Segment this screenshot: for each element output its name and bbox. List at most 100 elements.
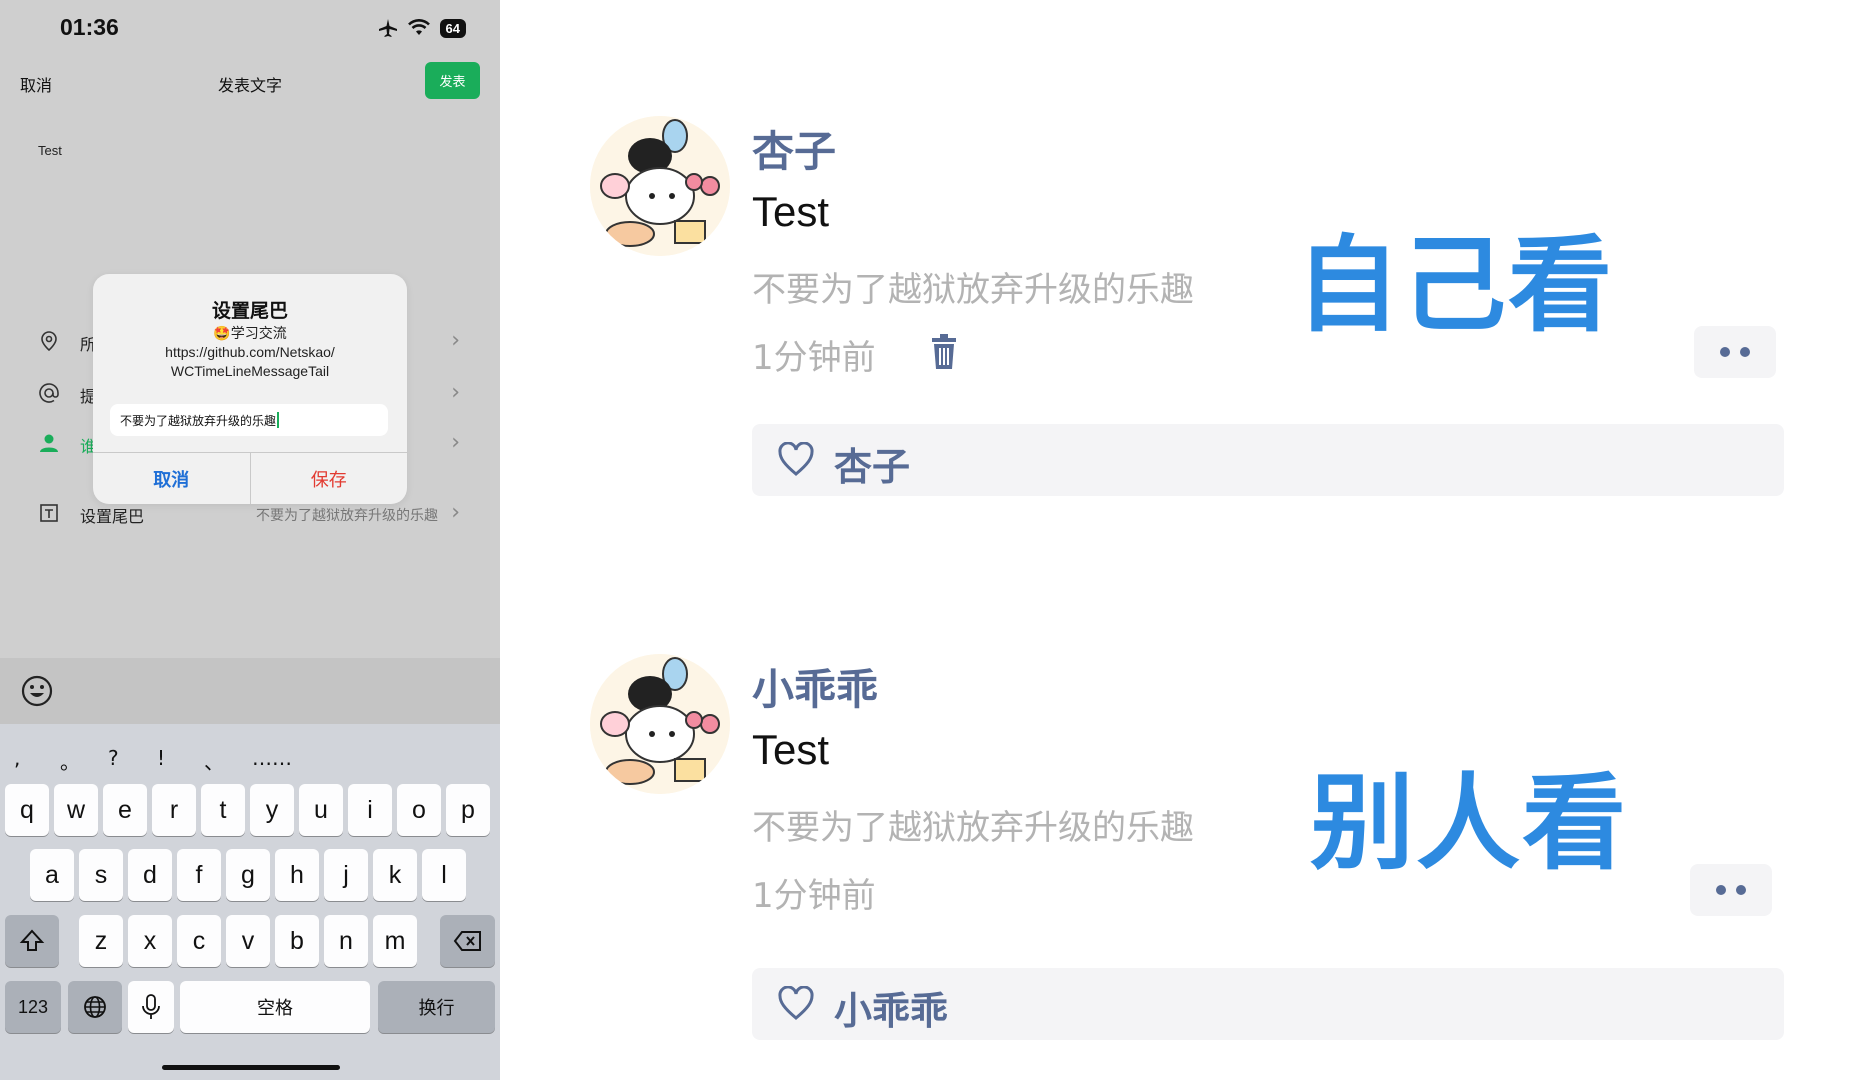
- punct-key[interactable]: 。: [60, 746, 80, 775]
- cartoon-avatar-icon: [590, 654, 730, 794]
- key-r[interactable]: r: [152, 784, 196, 836]
- key-o[interactable]: o: [397, 784, 441, 836]
- key-f[interactable]: f: [177, 849, 221, 901]
- post-author[interactable]: 小乖乖: [752, 656, 878, 717]
- tail-input-value: 不要为了越狱放弃升级的乐趣: [120, 413, 277, 428]
- tail-input[interactable]: 不要为了越狱放弃升级的乐趣: [110, 404, 388, 436]
- numbers-key[interactable]: 123: [5, 981, 61, 1033]
- shift-icon: [19, 929, 45, 951]
- trash-icon[interactable]: [930, 334, 958, 370]
- punct-key[interactable]: 、: [204, 746, 224, 775]
- return-key[interactable]: 换行: [378, 981, 495, 1033]
- key-u[interactable]: u: [299, 784, 343, 836]
- battery-indicator: 64: [439, 18, 466, 38]
- key-y[interactable]: y: [250, 784, 294, 836]
- space-key[interactable]: 空格: [180, 981, 370, 1033]
- chevron-right-icon: ›: [451, 380, 460, 405]
- dialog-cancel-button[interactable]: 取消: [93, 453, 251, 504]
- more-options-button[interactable]: [1694, 326, 1776, 378]
- avatar[interactable]: [590, 116, 730, 256]
- post-text-field[interactable]: Test: [38, 143, 62, 158]
- phone-screen: 01:36 64 取消 发表文字 发表 Test 所 › 提 › 谁 › 设置尾…: [0, 0, 500, 1080]
- post-tail: 不要为了越狱放弃升级的乐趣: [752, 808, 1194, 848]
- avatar[interactable]: [590, 654, 730, 794]
- key-b[interactable]: b: [275, 915, 319, 967]
- globe-key[interactable]: [68, 981, 122, 1033]
- moment-post: 小乖乖 Test 不要为了越狱放弃升级的乐趣 1分钟前 小乖乖 别人看: [500, 538, 1870, 1040]
- key-i[interactable]: i: [348, 784, 392, 836]
- text-icon: [40, 504, 58, 522]
- dialog-buttons: 取消 保存: [93, 452, 407, 504]
- key-g[interactable]: g: [226, 849, 270, 901]
- post-text: Test: [752, 188, 830, 235]
- emoji-icon[interactable]: [20, 674, 54, 708]
- shift-key[interactable]: [5, 915, 59, 967]
- chevron-right-icon: ›: [451, 500, 460, 525]
- more-options-button[interactable]: [1690, 864, 1772, 916]
- likes-bar: 小乖乖: [752, 968, 1784, 1040]
- punct-key[interactable]: ,: [14, 746, 20, 770]
- moments-feed: 杏子 Test 不要为了越狱放弃升级的乐趣 1分钟前 杏子 自己看 小乖乖 Te…: [500, 0, 1870, 1080]
- post-time: 1分钟前: [752, 338, 876, 378]
- key-w[interactable]: w: [54, 784, 98, 836]
- key-q[interactable]: q: [5, 784, 49, 836]
- key-a[interactable]: a: [30, 849, 74, 901]
- heart-icon: [778, 986, 814, 1020]
- key-k[interactable]: k: [373, 849, 417, 901]
- key-n[interactable]: n: [324, 915, 368, 967]
- home-indicator: [162, 1065, 340, 1070]
- post-button[interactable]: 发表: [425, 62, 480, 99]
- cartoon-avatar-icon: [590, 116, 730, 256]
- delete-key[interactable]: [440, 915, 495, 967]
- moment-post: 杏子 Test 不要为了越狱放弃升级的乐趣 1分钟前 杏子 自己看: [500, 0, 1870, 496]
- at-icon: [39, 383, 59, 403]
- row-tail-value: 不要为了越狱放弃升级的乐趣: [256, 508, 438, 524]
- key-v[interactable]: v: [226, 915, 270, 967]
- row-tail-label: 设置尾巴: [80, 507, 145, 526]
- key-p[interactable]: p: [446, 784, 490, 836]
- punct-key[interactable]: !: [157, 746, 165, 770]
- post-tail: 不要为了越狱放弃升级的乐趣: [752, 270, 1194, 310]
- overlay-label: 自己看: [1296, 224, 1615, 346]
- punct-key[interactable]: ……: [252, 746, 292, 770]
- status-icons: 64: [378, 18, 466, 38]
- key-d[interactable]: d: [128, 849, 172, 901]
- key-c[interactable]: c: [177, 915, 221, 967]
- mic-key[interactable]: [128, 981, 174, 1033]
- location-icon: [41, 331, 57, 352]
- keyboard: , 。 ? ! 、 …… q w e r t y u i o p a s d f…: [0, 724, 500, 1080]
- status-time: 01:36: [60, 14, 119, 40]
- key-x[interactable]: x: [128, 915, 172, 967]
- like-user[interactable]: 杏子: [834, 436, 910, 491]
- person-icon: [40, 434, 58, 452]
- airplane-icon: [378, 19, 397, 37]
- microphone-icon: [142, 994, 160, 1019]
- key-e[interactable]: e: [103, 784, 147, 836]
- key-l[interactable]: l: [422, 849, 466, 901]
- dialog-save-button[interactable]: 保存: [251, 453, 408, 504]
- heart-icon: [778, 442, 814, 476]
- post-time: 1分钟前: [752, 876, 876, 916]
- dialog-message: 🤩学习交流 https://github.com/Netskao/ WCTime…: [165, 325, 335, 379]
- overlay-label: 别人看: [1310, 762, 1629, 884]
- key-j[interactable]: j: [324, 849, 368, 901]
- wifi-icon: [407, 19, 430, 35]
- likes-bar: 杏子: [752, 424, 1784, 496]
- post-text: Test: [752, 726, 830, 773]
- like-user[interactable]: 小乖乖: [834, 980, 948, 1035]
- chevron-right-icon: ›: [451, 328, 460, 353]
- key-t[interactable]: t: [201, 784, 245, 836]
- key-s[interactable]: s: [79, 849, 123, 901]
- key-z[interactable]: z: [79, 915, 123, 967]
- backspace-icon: [453, 931, 481, 951]
- globe-icon: [84, 996, 106, 1018]
- set-tail-dialog: 设置尾巴 🤩学习交流 https://github.com/Netskao/ W…: [93, 274, 407, 504]
- key-h[interactable]: h: [275, 849, 319, 901]
- emoji-bar: [0, 658, 500, 724]
- post-author[interactable]: 杏子: [752, 118, 836, 179]
- key-m[interactable]: m: [373, 915, 417, 967]
- text-caret: [277, 412, 280, 428]
- chevron-right-icon: ›: [451, 430, 460, 455]
- dialog-title: 设置尾巴: [211, 300, 288, 322]
- punct-key[interactable]: ?: [108, 746, 119, 770]
